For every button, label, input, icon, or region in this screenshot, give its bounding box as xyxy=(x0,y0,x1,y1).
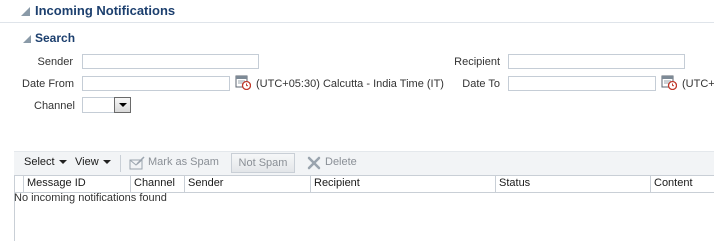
dropdown-arrow-icon xyxy=(119,103,127,107)
column-header-status[interactable]: Status xyxy=(495,176,650,192)
column-header-recipient[interactable]: Recipient xyxy=(310,176,495,192)
mark-as-spam-button[interactable]: Mark as Spam xyxy=(148,156,219,168)
date-to-label: Date To xyxy=(462,78,500,90)
sender-label: Sender xyxy=(37,56,73,68)
view-menu-label: View xyxy=(75,156,99,168)
column-header-content[interactable]: Content xyxy=(650,176,714,192)
mark-spam-icon xyxy=(129,156,145,170)
delete-icon xyxy=(307,156,321,170)
view-menu[interactable]: View xyxy=(75,156,111,168)
channel-select[interactable] xyxy=(82,97,131,113)
not-spam-button[interactable]: Not Spam xyxy=(231,153,295,173)
calendar-icon[interactable] xyxy=(235,74,251,90)
search-section-title: Search xyxy=(35,31,76,45)
channel-label: Channel xyxy=(34,100,75,112)
date-to-input[interactable] xyxy=(508,76,656,91)
collapse-triangle-icon[interactable] xyxy=(21,7,30,16)
timezone-to-text: (UTC+ xyxy=(682,78,714,90)
select-menu[interactable]: Select xyxy=(24,156,67,168)
calendar-icon[interactable] xyxy=(661,74,677,90)
date-from-label: Date From xyxy=(22,78,74,90)
recipient-input[interactable] xyxy=(508,54,685,69)
column-header-message-id[interactable]: Message ID xyxy=(23,176,130,192)
timezone-from-text: (UTC+05:30) Calcutta - India Time (IT) xyxy=(256,78,444,90)
empty-table-message: No incoming notifications found xyxy=(14,192,167,204)
sender-input[interactable] xyxy=(82,54,259,69)
select-menu-label: Select xyxy=(24,156,55,168)
recipient-label: Recipient xyxy=(454,56,500,68)
column-header-sender[interactable]: Sender xyxy=(184,176,310,192)
chevron-down-icon xyxy=(58,160,67,165)
panel-title: Incoming Notifications xyxy=(35,3,176,18)
search-collapse-icon[interactable] xyxy=(23,35,31,43)
row-header-spacer xyxy=(14,176,23,192)
channel-dropdown-button[interactable] xyxy=(114,97,131,113)
delete-button[interactable]: Delete xyxy=(325,156,357,168)
channel-select-value[interactable] xyxy=(82,97,115,113)
toolbar-divider xyxy=(120,155,121,172)
date-from-input[interactable] xyxy=(82,76,230,91)
chevron-down-icon xyxy=(102,160,111,165)
column-header-channel[interactable]: Channel xyxy=(130,176,184,192)
table-toolbar: Select View Mark as Spam Not Spam Delete xyxy=(14,151,714,175)
